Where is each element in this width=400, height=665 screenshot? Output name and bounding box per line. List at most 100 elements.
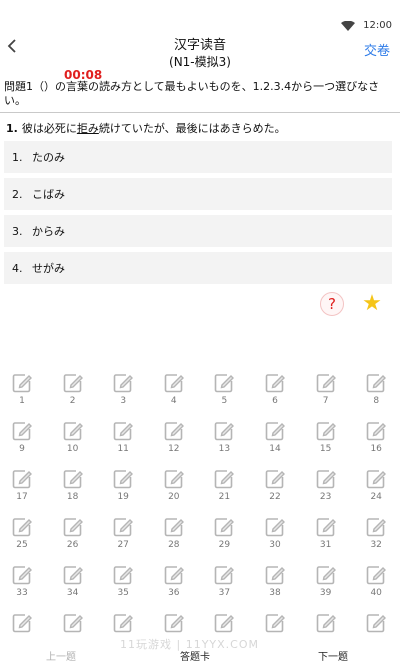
status-indicators: 12:00: [341, 20, 392, 31]
edit-icon: [113, 614, 134, 633]
edit-icon: [12, 374, 32, 393]
answer-sheet-item[interactable]: 18: [53, 468, 93, 514]
answer-sheet-item[interactable]: 35: [103, 564, 143, 610]
edit-icon: [316, 374, 336, 393]
answer-sheet-number: 2: [69, 396, 76, 406]
answer-sheet-item[interactable]: 8: [356, 372, 396, 418]
submit-button[interactable]: 交卷: [364, 40, 390, 59]
answer-sheet-item[interactable]: 47: [306, 612, 346, 634]
edit-icon: [12, 518, 32, 537]
edit-icon: [316, 470, 336, 489]
answer-sheet-number: 19: [117, 492, 129, 502]
answer-sheet-item[interactable]: 28: [154, 516, 194, 562]
answer-sheet-item[interactable]: 25: [2, 516, 42, 562]
star-icon[interactable]: ★: [360, 292, 384, 316]
status-bar: 12:00: [0, 0, 400, 34]
answer-sheet-item[interactable]: 23: [306, 468, 346, 514]
answer-sheet-item[interactable]: 34: [53, 564, 93, 610]
edit-icon: [265, 614, 285, 633]
answer-sheet-number: 40: [370, 588, 382, 598]
answer-sheet-item[interactable]: 39: [306, 564, 346, 610]
answer-sheet-number: 6: [272, 396, 278, 406]
answer-card-button[interactable]: 答题卡: [180, 648, 210, 663]
edit-icon: [316, 566, 336, 585]
bottom-nav: 上一题 答题卡 下一题: [0, 640, 400, 665]
edit-icon: [366, 614, 387, 633]
answer-sheet-item[interactable]: 36: [154, 564, 194, 610]
answer-sheet-item[interactable]: 7: [306, 372, 346, 418]
answer-sheet-item[interactable]: 40: [356, 564, 396, 610]
answer-sheet-item[interactable]: 41: [2, 612, 42, 634]
edit-icon: [63, 518, 83, 537]
answer-sheet-item[interactable]: 29: [204, 516, 244, 562]
answer-sheet-item[interactable]: 37: [204, 564, 244, 610]
answer-sheet-item[interactable]: 11: [103, 420, 143, 466]
answer-sheet-number: 23: [319, 492, 332, 502]
option-4[interactable]: 4. せがみ: [4, 252, 392, 284]
edit-icon: [12, 566, 32, 585]
edit-icon: [113, 470, 134, 489]
answer-sheet-number: 15: [319, 444, 332, 454]
answer-sheet-item[interactable]: 26: [53, 516, 93, 562]
answer-sheet-item[interactable]: 44: [154, 612, 194, 634]
answer-sheet-number: 26: [66, 540, 79, 550]
option-number: 2.: [12, 187, 23, 201]
answer-sheet-item[interactable]: 9: [2, 420, 42, 466]
question-text-before: 彼は必死に: [21, 122, 77, 135]
edit-icon: [366, 374, 387, 393]
answer-sheet-item[interactable]: 27: [103, 516, 143, 562]
edit-icon: [164, 422, 184, 441]
answer-sheet-item[interactable]: 31: [306, 516, 346, 562]
answer-sheet-number: 30: [269, 540, 281, 550]
answer-sheet-number: 13: [218, 444, 231, 454]
question-instruction: 問題1（）の言葉の読み方として最もよいものを、1.2.3.4から一つ選びなさい。: [4, 80, 380, 107]
answer-sheet-item[interactable]: 48: [356, 612, 396, 634]
next-button[interactable]: 下一题: [318, 648, 348, 663]
edit-icon: [113, 374, 134, 393]
answer-sheet-item[interactable]: 45: [204, 612, 244, 634]
answer-sheet-item[interactable]: 5: [204, 372, 244, 418]
answer-sheet-item[interactable]: 6: [255, 372, 295, 418]
option-3[interactable]: 3. からみ: [4, 215, 392, 247]
wifi-icon: [341, 20, 356, 31]
edit-icon: [63, 422, 83, 441]
answer-sheet-item[interactable]: 24: [356, 468, 396, 514]
answer-sheet-item[interactable]: 14: [255, 420, 295, 466]
answer-sheet-item[interactable]: 42: [53, 612, 93, 634]
answer-sheet-number: 29: [218, 540, 231, 550]
option-1[interactable]: 1. たのみ: [4, 141, 392, 173]
answer-sheet-item[interactable]: 1: [2, 372, 42, 418]
edit-icon: [215, 470, 235, 489]
option-number: 3.: [12, 224, 23, 238]
answer-sheet-number: 9: [19, 444, 25, 454]
answer-sheet-item[interactable]: 15: [306, 420, 346, 466]
answer-sheet-item[interactable]: 16: [356, 420, 396, 466]
answer-sheet-item[interactable]: 10: [53, 420, 93, 466]
answer-sheet-item[interactable]: 19: [103, 468, 143, 514]
option-2[interactable]: 2. こばみ: [4, 178, 392, 210]
answer-sheet-item[interactable]: 38: [255, 564, 295, 610]
question-icon[interactable]: ?: [320, 292, 344, 316]
answer-sheet-number: 20: [168, 492, 180, 502]
edit-icon: [164, 374, 184, 393]
answer-sheet-item[interactable]: 20: [154, 468, 194, 514]
answer-sheet-item[interactable]: 4: [154, 372, 194, 418]
answer-sheet-item[interactable]: 21: [204, 468, 244, 514]
answer-sheet-number: 39: [319, 588, 332, 598]
answer-sheet-item[interactable]: 13: [204, 420, 244, 466]
answer-sheet-item[interactable]: 33: [2, 564, 42, 610]
answer-sheet-number: 27: [117, 540, 129, 550]
answer-sheet-item[interactable]: 32: [356, 516, 396, 562]
answer-sheet-item[interactable]: 22: [255, 468, 295, 514]
question-number: 1.: [6, 122, 18, 135]
answer-sheet-item[interactable]: 46: [255, 612, 295, 634]
answer-sheet-item[interactable]: 43: [103, 612, 143, 634]
edit-icon: [316, 422, 336, 441]
answer-sheet-item[interactable]: 12: [154, 420, 194, 466]
edit-icon: [113, 566, 134, 585]
prev-button[interactable]: 上一题: [46, 648, 76, 663]
answer-sheet-item[interactable]: 30: [255, 516, 295, 562]
answer-sheet-item[interactable]: 2: [53, 372, 93, 418]
answer-sheet-item[interactable]: 17: [2, 468, 42, 514]
answer-sheet-item[interactable]: 3: [103, 372, 143, 418]
